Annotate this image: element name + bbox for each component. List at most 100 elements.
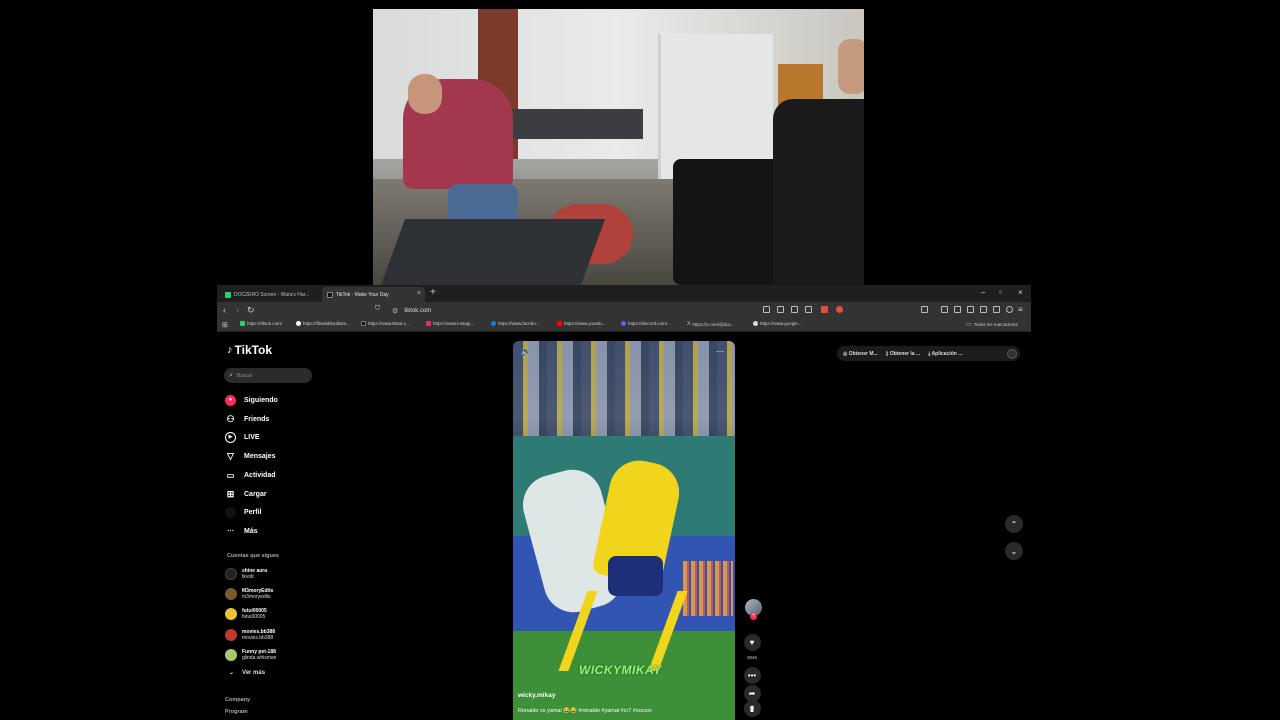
- tab-label: TikTok - Make Your Day: [336, 291, 389, 298]
- bookmark-6[interactable]: https://discord.com/...: [621, 321, 671, 326]
- comment-icon[interactable]: •••: [743, 667, 761, 684]
- bookmark-favicon: [557, 321, 562, 326]
- sidebar-item-cargar[interactable]: ⊞ Cargar: [225, 488, 267, 500]
- followed-account[interactable]: Funny pet-188 glinda.whisman: [225, 646, 276, 664]
- new-tab-button[interactable]: +: [430, 287, 436, 298]
- footer-company-link[interactable]: Company: [225, 697, 250, 703]
- site-info-icon[interactable]: ⚙: [392, 307, 398, 315]
- like-action[interactable]: ♥ 3946: [743, 634, 761, 660]
- sidebar-item-perfil[interactable]: Perfil: [225, 506, 262, 518]
- video-player[interactable]: 🔈 ⋯ WICKYMIKAY wicky.mikay Ronaldo vs ya…: [513, 341, 735, 720]
- more-options-icon[interactable]: ⋯: [716, 347, 724, 356]
- bookmark-8[interactable]: https://www.google...: [753, 321, 802, 326]
- bookmark-7[interactable]: Xhttps://x.com/@doc...: [687, 321, 735, 327]
- bookmark-favicon: [361, 321, 366, 326]
- share-icon[interactable]: [805, 306, 812, 313]
- desktop-app-button[interactable]: ⤓ Aplicación ...: [928, 351, 962, 357]
- extensions-icon[interactable]: [980, 306, 987, 313]
- doczero-favicon: [225, 291, 231, 298]
- extension-icon[interactable]: [821, 306, 828, 313]
- tiktok-logo[interactable]: ♪ TikTok: [227, 343, 272, 357]
- bookmark-1[interactable]: https://fbwtisblurdlw/a...: [296, 321, 350, 326]
- see-more-link[interactable]: ⌄ Ver más: [229, 669, 265, 676]
- sidebar-item-friends[interactable]: ⚇ Friends: [225, 413, 269, 425]
- follow-plus-icon[interactable]: +: [750, 613, 757, 620]
- download-icon[interactable]: [941, 306, 948, 313]
- browser-window: DOCZERO Screen - Wara's Har... TikTok - …: [217, 285, 1031, 720]
- minimize-button[interactable]: –: [981, 288, 985, 297]
- volume-icon[interactable]: 🔈: [521, 347, 531, 356]
- account-text: movies.bb388 movies.bb388: [242, 629, 275, 641]
- webcam-overlay: [373, 9, 864, 285]
- see-more-label: Ver más: [242, 670, 266, 676]
- messages-icon: ▽: [227, 450, 234, 461]
- account-icon[interactable]: [1006, 306, 1013, 313]
- cast-icon[interactable]: [763, 306, 770, 313]
- account-text: Funny pet-188 glinda.whisman: [242, 649, 276, 661]
- search-icon: ⌕: [229, 371, 233, 379]
- share-count: 44: [749, 705, 755, 710]
- bookmark-favicon: [240, 321, 245, 326]
- close-tab-icon[interactable]: ×: [417, 290, 421, 297]
- bookmark-3[interactable]: https://www.instagr...: [426, 321, 474, 326]
- sidebar-item-siguiendo[interactable]: ● Siguiendo: [225, 394, 278, 406]
- profile-icon[interactable]: [993, 306, 1000, 313]
- sidebar-item-actividad[interactable]: ▭ Actividad: [225, 469, 276, 481]
- live-icon: ▶: [225, 431, 236, 443]
- x-icon: X: [687, 321, 691, 327]
- profile-avatar[interactable]: [1007, 348, 1017, 359]
- next-video-button[interactable]: ⌄: [1005, 542, 1023, 560]
- bookmark-star-icon[interactable]: ⛉: [375, 305, 380, 313]
- bookmark-label: https://www.instagr...: [433, 321, 475, 326]
- address-bar[interactable]: ⚙ tiktok.com: [392, 305, 762, 317]
- sidebar-item-label: Actividad: [244, 471, 276, 479]
- heart-icon[interactable]: ♥: [743, 634, 761, 651]
- sidebar-item-live[interactable]: ▶ LIVE: [225, 431, 260, 443]
- get-app-button[interactable]: ▯ Obtener la ...: [886, 351, 920, 357]
- share-icon[interactable]: ➦: [743, 685, 761, 702]
- footer-program-link[interactable]: Program: [225, 709, 248, 715]
- tab-doczero[interactable]: DOCZERO Screen - Wara's Har...: [220, 287, 320, 302]
- screenshot-icon[interactable]: [777, 306, 784, 313]
- following-accounts-title: Cuentas que sigues: [227, 553, 279, 559]
- phone-icon: ▯: [885, 350, 889, 357]
- like-count: 3946: [746, 655, 757, 660]
- bookmark-5[interactable]: https://www.youtub...: [557, 321, 606, 326]
- tiktok-page: ♪ TikTok ⌕ Buscar ● Siguiendo ⚇ Friends …: [217, 333, 1031, 720]
- followed-account[interactable]: shine aura tkvolt: [225, 565, 267, 583]
- sidebar-icon[interactable]: [967, 306, 974, 313]
- close-window-button[interactable]: ×: [1018, 288, 1023, 297]
- bookmark-4[interactable]: https://www.facebo...: [491, 321, 540, 326]
- music-icon[interactable]: [954, 306, 961, 313]
- all-bookmarks-folder[interactable]: ▭ Todos los marcadores: [966, 321, 1018, 328]
- forward-button[interactable]: ›: [236, 305, 239, 315]
- tab-tiktok[interactable]: TikTok - Make Your Day ×: [322, 287, 425, 302]
- maximize-button[interactable]: ▫: [999, 288, 1002, 297]
- account-handle: m3moryedits: [242, 594, 271, 600]
- followed-account[interactable]: movies.bb388 movies.bb388: [225, 626, 275, 644]
- extension-badge-icon[interactable]: [836, 306, 843, 313]
- bookmark-favicon: [491, 321, 496, 326]
- desktop-app-label: Aplicación ...: [931, 350, 963, 357]
- share-action-visible[interactable]: ➦ 44: [743, 685, 761, 710]
- back-button[interactable]: ‹: [223, 305, 226, 315]
- search-input[interactable]: ⌕ Buscar: [224, 368, 312, 383]
- apps-grid-icon[interactable]: ⊞: [222, 321, 228, 329]
- bookmark-0[interactable]: https://tiktok.com/: [240, 321, 282, 326]
- tiktok-favicon: [327, 291, 333, 298]
- cast-screen-icon[interactable]: [921, 306, 928, 313]
- previous-video-button[interactable]: ⌃: [1005, 515, 1023, 533]
- webcam-person-right: [773, 99, 864, 285]
- video-author[interactable]: wicky.mikay: [518, 692, 555, 699]
- sidebar-item-mas[interactable]: ⋯ Más: [225, 525, 258, 537]
- menu-icon[interactable]: ≡: [1018, 305, 1023, 314]
- translate-icon[interactable]: [791, 306, 798, 313]
- search-placeholder: Buscar: [236, 372, 253, 379]
- get-coins-button[interactable]: ◎ Obtener M...: [843, 351, 878, 357]
- more-icon: ⋯: [227, 528, 234, 535]
- sidebar-item-mensajes[interactable]: ▽ Mensajes: [225, 450, 276, 462]
- followed-account[interactable]: M3moryEdits m3moryedits: [225, 585, 273, 603]
- reload-button[interactable]: ↻: [247, 305, 255, 316]
- bookmark-2[interactable]: https://www.tiktok.c...: [361, 321, 410, 326]
- followed-account[interactable]: futui00005 futui00005: [225, 605, 267, 623]
